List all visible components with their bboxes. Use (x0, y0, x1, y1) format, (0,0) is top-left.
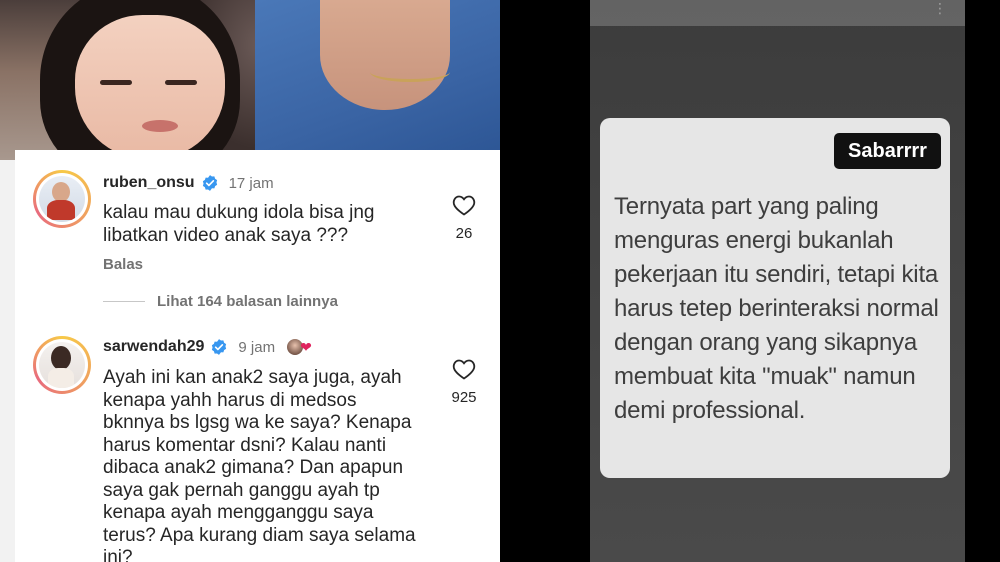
heart-outline-icon[interactable] (452, 194, 476, 216)
like-control: 26 (444, 194, 484, 242)
quote-card: Ternyata part yang paling menguras energ… (600, 118, 950, 478)
divider (500, 0, 590, 562)
text-sticker: Sabarrrr (834, 133, 941, 169)
username[interactable]: ruben_onsu (103, 174, 195, 192)
story-panel: ⋮ Ternyata part yang paling menguras ene… (590, 0, 965, 562)
comment-list: ruben_onsu 17 jam kalau mau dukung idola… (15, 150, 500, 562)
video-thumbnail[interactable] (0, 0, 500, 160)
liked-by-author-icon: ❤ (287, 339, 312, 356)
edge (965, 0, 1000, 562)
reply-button[interactable]: Balas (103, 256, 143, 273)
view-more-replies-label[interactable]: Lihat 164 balasan lainnya (157, 293, 338, 310)
username[interactable]: sarwendah29 (103, 338, 204, 356)
comment-text: Ayah ini kan anak2 saya juga, ayah kenap… (103, 367, 416, 562)
like-count: 26 (455, 225, 473, 242)
verified-badge-icon (212, 339, 227, 355)
story-header (590, 0, 965, 26)
like-count: 925 (451, 389, 477, 406)
quote-text: Ternyata part yang paling menguras energ… (614, 193, 939, 424)
comment-text: kalau mau dukung idola bisa jng libatkan… (103, 202, 375, 246)
comment-meta: ruben_onsu 17 jam (103, 174, 274, 192)
verified-badge-icon (202, 175, 217, 191)
comments-panel: ruben_onsu 17 jam kalau mau dukung idola… (0, 0, 500, 562)
more-dots-icon[interactable]: ⋮ (933, 0, 947, 17)
timestamp: 9 jam (238, 338, 276, 356)
like-control: 925 (444, 358, 484, 406)
avatar[interactable] (33, 170, 91, 228)
comment-meta: sarwendah29 9 jam ❤ (103, 338, 312, 356)
divider-line (103, 301, 145, 302)
heart-outline-icon[interactable] (452, 358, 476, 380)
view-more-replies[interactable]: Lihat 164 balasan lainnya (103, 293, 338, 310)
timestamp: 17 jam (228, 174, 274, 192)
avatar[interactable] (33, 336, 91, 394)
